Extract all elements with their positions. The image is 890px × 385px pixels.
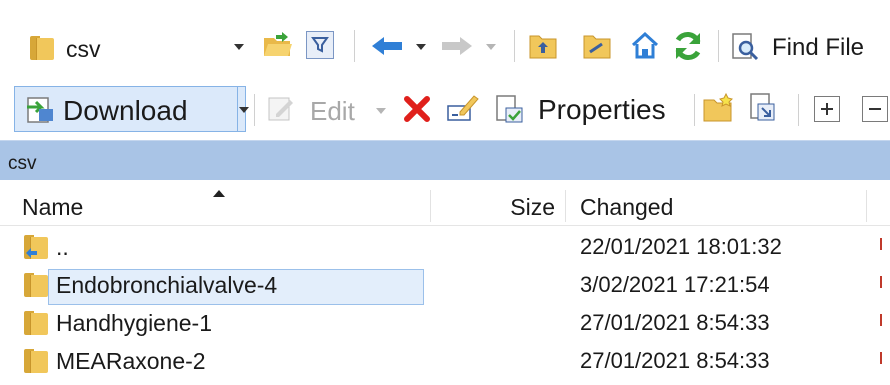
file-changed: 3/02/2021 17:21:54: [580, 272, 770, 297]
toolbar-separator: [514, 30, 515, 62]
row-marker: [880, 352, 882, 364]
current-path-label: csv: [8, 153, 37, 174]
row-marker: [880, 314, 882, 326]
address-toolbar: csv Find File: [0, 20, 890, 74]
sort-ascending-icon: [213, 190, 225, 197]
toolbar-separator: [254, 94, 255, 126]
filter-icon[interactable]: [306, 31, 334, 59]
find-icon: [730, 32, 760, 62]
expand-icon[interactable]: [814, 96, 840, 122]
location-combo[interactable]: csv: [22, 28, 252, 66]
root-folder-icon[interactable]: [582, 32, 612, 60]
file-name: MEARaxone-2: [56, 348, 206, 374]
forward-arrow-icon: [440, 36, 474, 56]
name-column-header[interactable]: Name: [0, 186, 430, 226]
collapse-icon[interactable]: [862, 96, 888, 122]
location-value: csv: [66, 36, 101, 62]
column-header-row: Name Size Changed: [0, 186, 890, 226]
toolbar-separator: [354, 30, 355, 62]
parent-folder-icon: [24, 233, 50, 261]
edit-label: Edit: [310, 96, 355, 126]
toolbar-separator: [798, 94, 799, 126]
delete-icon[interactable]: [402, 94, 432, 124]
rename-icon[interactable]: [446, 90, 480, 124]
copy-icon[interactable]: [748, 92, 778, 124]
parent-folder-icon[interactable]: [528, 32, 558, 60]
changed-column-header[interactable]: Changed: [566, 186, 866, 226]
row-marker: [880, 238, 882, 250]
download-button[interactable]: Download: [14, 86, 249, 132]
size-column-header[interactable]: Size: [431, 186, 565, 226]
toolbar-separator: [718, 30, 719, 62]
path-bar: csv: [0, 140, 890, 180]
download-label: Download: [63, 95, 188, 126]
command-toolbar: Download Edit Properties: [0, 80, 890, 138]
file-changed: 27/01/2021 8:54:33: [580, 348, 770, 373]
folder-icon: [24, 347, 50, 375]
row-marker: [880, 276, 882, 288]
column-divider[interactable]: [866, 190, 867, 222]
edit-chevron-icon: [376, 108, 386, 114]
table-row[interactable]: Handhygiene-1 27/01/2021 8:54:33: [0, 304, 890, 342]
table-row[interactable]: MEARaxone-2 27/01/2021 8:54:33: [0, 342, 890, 380]
name-column-label: Name: [22, 194, 84, 220]
download-split: [237, 87, 238, 131]
back-history-chevron-icon[interactable]: [416, 44, 426, 50]
properties-button[interactable]: Properties: [494, 88, 690, 128]
forward-history-chevron-icon: [486, 44, 496, 50]
find-files-button[interactable]: Find File: [728, 28, 890, 66]
changed-column-label: Changed: [580, 194, 674, 220]
chevron-down-icon[interactable]: [234, 44, 244, 50]
new-folder-icon[interactable]: [702, 92, 734, 124]
edit-button: Edit: [266, 92, 390, 128]
size-column-label: Size: [510, 194, 555, 220]
file-name: ..: [56, 234, 69, 260]
file-changed: 22/01/2021 18:01:32: [580, 234, 782, 259]
folder-icon: [24, 271, 50, 299]
table-row[interactable]: .. 22/01/2021 18:01:32: [0, 228, 890, 266]
properties-icon: [494, 94, 524, 124]
download-chevron-icon[interactable]: [239, 107, 249, 113]
folder-icon: [24, 309, 50, 337]
file-name: Handhygiene-1: [56, 310, 213, 336]
file-changed: 27/01/2021 8:54:33: [580, 310, 770, 335]
back-arrow-icon[interactable]: [370, 36, 404, 56]
find-files-label: Find File: [772, 34, 865, 61]
home-icon[interactable]: [630, 30, 660, 60]
refresh-icon[interactable]: [672, 30, 704, 62]
file-name: Endobronchialvalve-4: [56, 272, 278, 298]
open-folder-icon[interactable]: [262, 30, 294, 60]
properties-label: Properties: [538, 94, 666, 125]
folder-icon: [30, 34, 56, 62]
edit-icon: [266, 94, 296, 124]
table-row[interactable]: Endobronchialvalve-4 3/02/2021 17:21:54: [0, 266, 890, 305]
toolbar-separator: [694, 94, 695, 126]
download-icon: [25, 95, 55, 125]
